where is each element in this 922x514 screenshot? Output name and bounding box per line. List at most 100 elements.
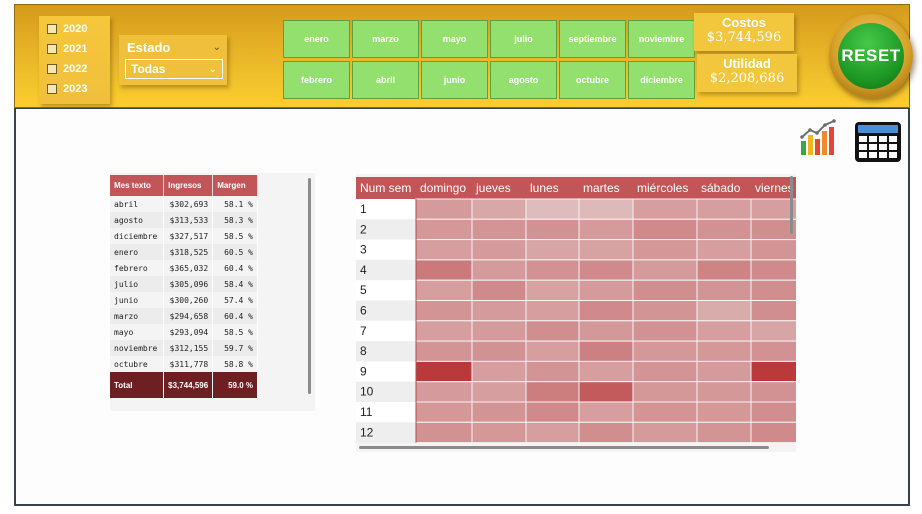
heatmap-cell[interactable] [750, 320, 796, 342]
heatmap-cell[interactable] [525, 259, 580, 281]
heatmap-cell[interactable] [750, 401, 796, 423]
heatmap-cell[interactable] [578, 218, 634, 241]
heatmap-cell[interactable] [696, 300, 752, 322]
heatmap-cell[interactable] [415, 360, 473, 383]
column-header-ingresos[interactable]: Ingresos [163, 175, 214, 196]
checkbox[interactable] [47, 24, 57, 34]
heatmap-cell[interactable] [750, 239, 796, 261]
month-button-febrero[interactable]: febrero [283, 61, 350, 99]
heatmap-cell[interactable] [471, 320, 527, 342]
heatmap-cell[interactable] [578, 279, 634, 301]
heatmap-cell[interactable] [696, 421, 752, 444]
heatmap-cell[interactable] [632, 421, 698, 444]
heatmap-column-header[interactable]: lunes [530, 181, 559, 195]
heatmap-cell[interactable] [696, 340, 752, 362]
heatmap-cell[interactable] [415, 381, 473, 403]
heatmap-cell[interactable] [525, 340, 580, 362]
table-row[interactable]: febrero $365,032 60.4 % [110, 260, 258, 276]
heatmap-cell[interactable] [696, 239, 752, 261]
table-row[interactable]: mayo $293,094 58.5 % [110, 324, 258, 340]
month-button-junio[interactable]: junio [421, 61, 488, 99]
heatmap-cell[interactable] [632, 381, 698, 403]
heatmap-cell[interactable] [415, 218, 473, 241]
heatmap-cell[interactable] [750, 360, 796, 383]
checkbox[interactable] [47, 44, 57, 54]
heatmap-cell[interactable] [578, 198, 634, 220]
heatmap-cell[interactable] [415, 279, 473, 301]
heatmap-horizontal-scrollbar[interactable] [359, 446, 769, 449]
table-row[interactable]: abril $302,693 58.1 % [110, 196, 258, 212]
heatmap-cell[interactable] [696, 360, 752, 383]
heatmap-column-header[interactable]: sábado [701, 181, 741, 195]
table-row[interactable]: noviembre $312,155 59.7 % [110, 340, 258, 356]
year-option-2021[interactable]: 2021 [47, 39, 110, 59]
column-header-mes[interactable]: Mes texto [110, 175, 165, 196]
heatmap-cell[interactable] [415, 239, 473, 261]
checkbox[interactable] [47, 64, 57, 74]
heatmap-cell[interactable] [578, 381, 634, 403]
reset-button[interactable]: RESET [829, 14, 913, 98]
heatmap-cell[interactable] [750, 300, 796, 322]
table-row[interactable]: marzo $294,658 60.4 % [110, 308, 258, 324]
heatmap-cell[interactable] [632, 279, 698, 301]
year-option-2022[interactable]: 2022 [47, 59, 110, 79]
month-button-diciembre[interactable]: diciembre [628, 61, 695, 99]
table-row[interactable]: enero $318,525 60.5 % [110, 244, 258, 260]
heatmap-cell[interactable] [632, 320, 698, 342]
heatmap-cell[interactable] [696, 279, 752, 301]
year-option-2023[interactable]: 2023 [47, 79, 110, 99]
heatmap-cell[interactable] [471, 340, 527, 362]
heatmap-cell[interactable] [632, 401, 698, 423]
month-button-enero[interactable]: enero [283, 20, 350, 58]
heatmap-cell[interactable] [525, 421, 580, 444]
heatmap-cell[interactable] [471, 300, 527, 322]
heatmap-cell[interactable] [471, 218, 527, 241]
heatmap-cell[interactable] [578, 401, 634, 423]
calculator-icon[interactable] [854, 121, 902, 163]
heatmap-cell[interactable] [525, 320, 580, 342]
heatmap-cell[interactable] [415, 259, 473, 281]
table-row[interactable]: julio $305,096 58.4 % [110, 276, 258, 292]
heatmap-cell[interactable] [525, 218, 580, 241]
heatmap-cell[interactable] [632, 300, 698, 322]
heatmap-cell[interactable] [578, 360, 634, 383]
heatmap-column-header[interactable]: martes [583, 181, 620, 195]
heatmap-cell[interactable] [415, 421, 473, 444]
heatmap-cell[interactable] [696, 259, 752, 281]
heatmap-cell[interactable] [632, 198, 698, 220]
heatmap-cell[interactable] [415, 340, 473, 362]
heatmap-cell[interactable] [525, 401, 580, 423]
column-header-margen[interactable]: Margen [212, 175, 258, 196]
year-option-2020[interactable]: 2020 [47, 19, 110, 39]
table-row[interactable]: octubre $311,778 58.8 % [110, 356, 258, 372]
heatmap-cell[interactable] [750, 259, 796, 281]
heatmap-cell[interactable] [696, 198, 752, 220]
heatmap-cell[interactable] [471, 360, 527, 383]
month-button-octubre[interactable]: octubre [559, 61, 626, 99]
heatmap-cell[interactable] [471, 259, 527, 281]
month-button-noviembre[interactable]: noviembre [628, 20, 695, 58]
heatmap-cell[interactable] [696, 320, 752, 342]
checkbox[interactable] [47, 84, 57, 94]
heatmap-cell[interactable] [696, 401, 752, 423]
heatmap-cell[interactable] [471, 239, 527, 261]
heatmap-cell[interactable] [578, 300, 634, 322]
heatmap-cell[interactable] [632, 218, 698, 241]
heatmap-cell[interactable] [750, 279, 796, 301]
heatmap-cell[interactable] [750, 381, 796, 403]
month-button-mayo[interactable]: mayo [421, 20, 488, 58]
heatmap-cell[interactable] [525, 279, 580, 301]
heatmap-cell[interactable] [578, 421, 634, 444]
heatmap-cell[interactable] [750, 340, 796, 362]
heatmap-cell[interactable] [471, 401, 527, 423]
heatmap-cell[interactable] [471, 198, 527, 220]
heatmap-cell[interactable] [578, 239, 634, 261]
heatmap-cell[interactable] [632, 239, 698, 261]
table-row[interactable]: junio $300,260 57.4 % [110, 292, 258, 308]
bar-chart-icon[interactable] [798, 117, 840, 157]
chevron-down-icon[interactable]: ⌄ [213, 42, 221, 53]
month-button-julio[interactable]: julio [490, 20, 557, 58]
heatmap-cell[interactable] [415, 198, 473, 220]
heatmap-cell[interactable] [415, 300, 473, 322]
heatmap-vertical-scrollbar[interactable] [790, 176, 793, 234]
